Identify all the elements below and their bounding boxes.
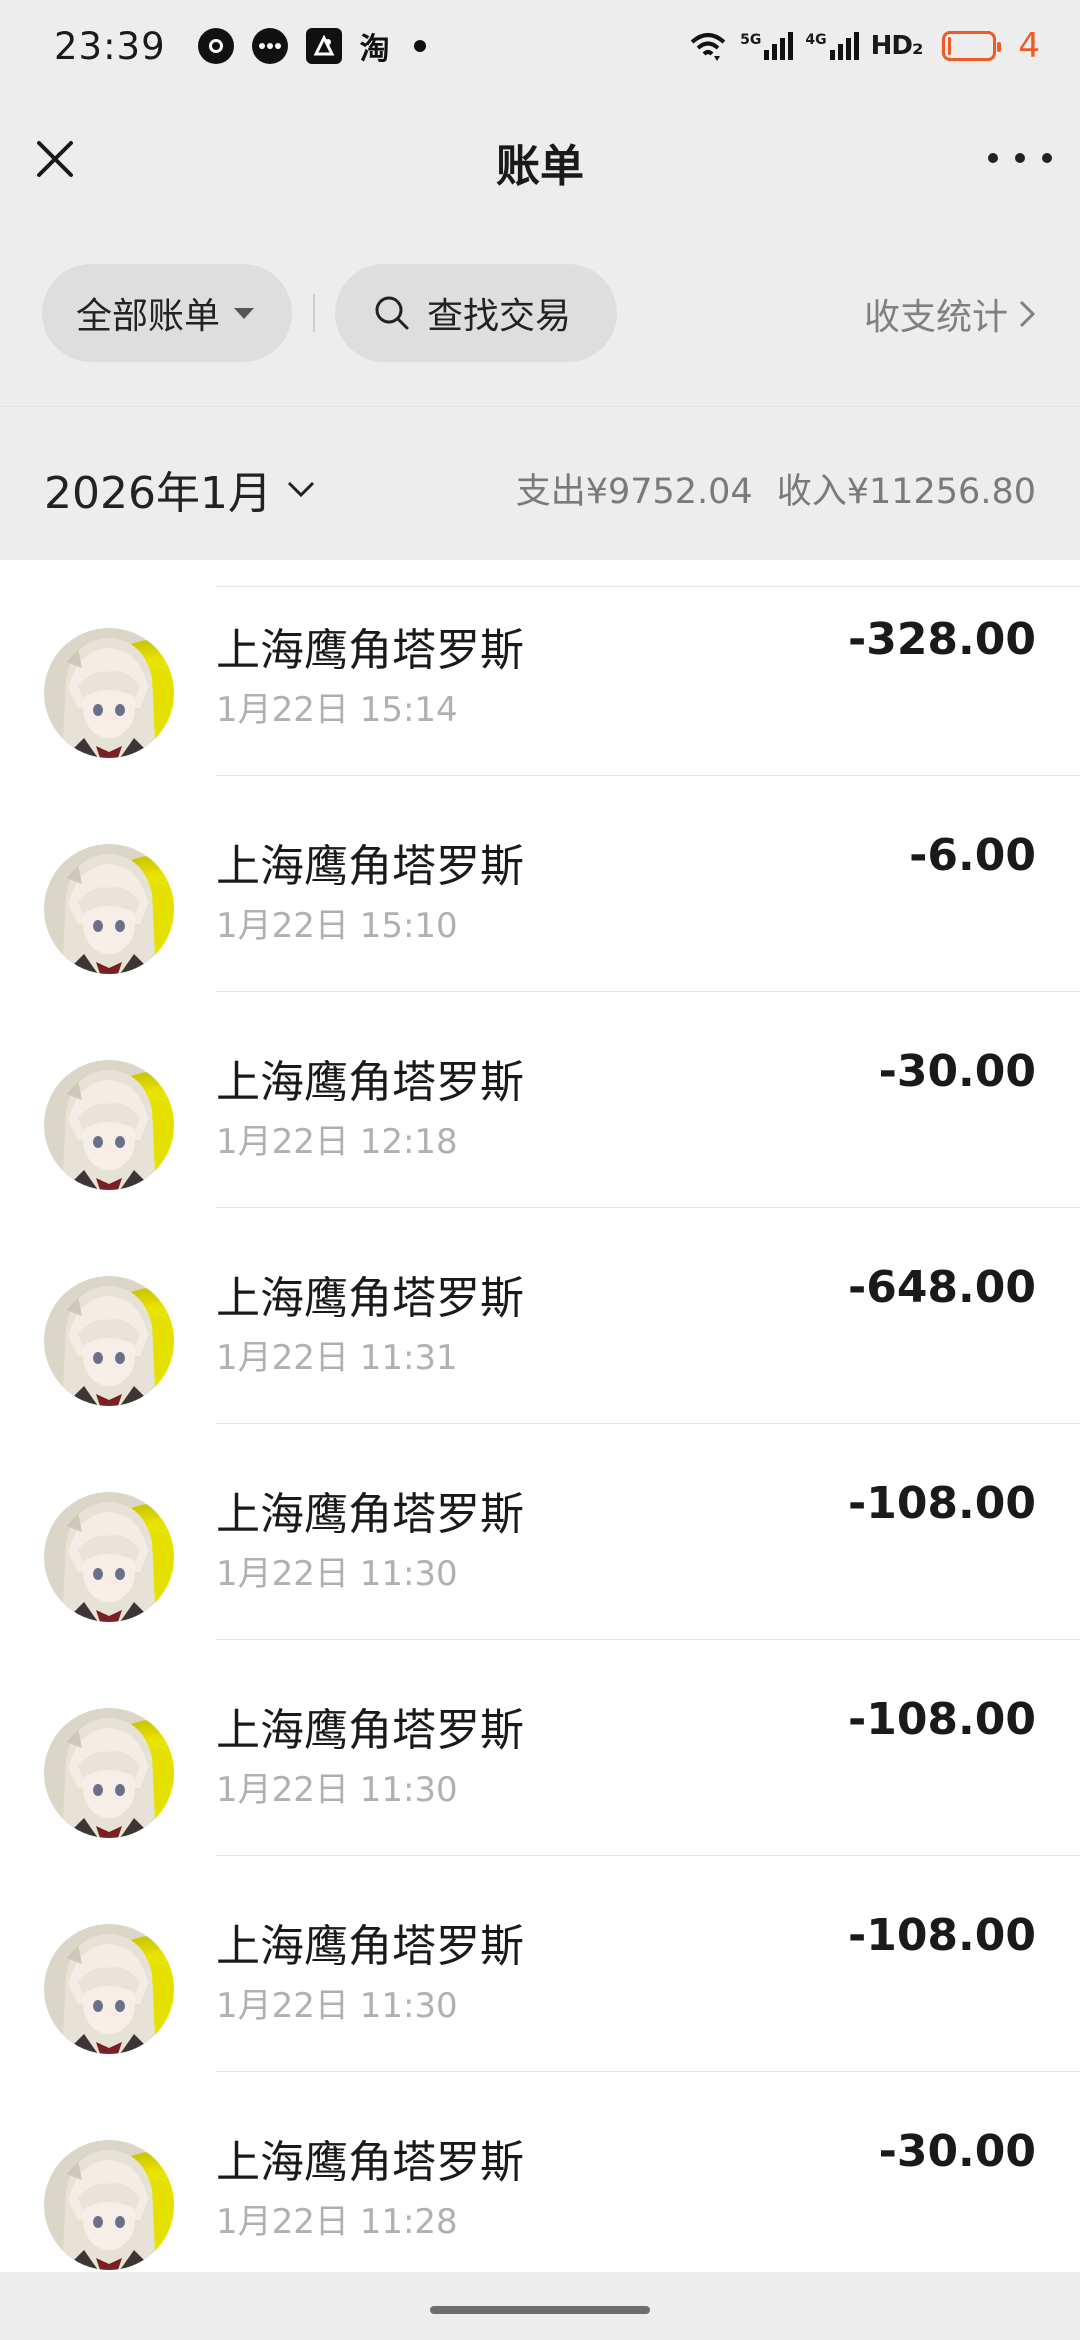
- hd-voice-icon: HD₂: [870, 31, 924, 61]
- transaction-time: 1月22日 15:10: [216, 906, 458, 946]
- search-icon: [375, 296, 409, 330]
- merchant-avatar: [44, 1708, 174, 1838]
- month-selector[interactable]: 2026年1月: [44, 457, 316, 521]
- chat-bubble-icon: [197, 28, 234, 64]
- vpn-icon: [305, 28, 342, 64]
- transaction-amount: -30.00: [878, 1046, 1036, 1097]
- battery-icon: [942, 31, 1002, 61]
- wifi-icon: [690, 33, 726, 61]
- network-4g-label: 4G: [805, 32, 827, 48]
- search-label: 查找交易: [427, 296, 572, 337]
- chevron-down-icon: [287, 481, 315, 498]
- merchant-avatar: [44, 1276, 174, 1406]
- taobao-icon: 淘: [359, 32, 390, 67]
- expense-total: 支出¥9752.04: [515, 472, 753, 512]
- transaction-amount: -108.00: [847, 1910, 1036, 1961]
- income-expense-stats-link[interactable]: 收支统计: [864, 288, 1036, 340]
- transaction-time: 1月22日 15:14: [216, 690, 458, 730]
- all-bills-label: 全部账单: [76, 296, 221, 337]
- merchant-name: 上海鹰角塔罗斯: [216, 2137, 524, 2188]
- merchant-avatar: [44, 844, 174, 974]
- transaction-row[interactable]: 上海鹰角塔罗斯 1月22日 11:31 -648.00: [0, 1208, 1080, 1424]
- month-summary: 支出¥9752.04 收入¥11256.80: [516, 463, 1036, 514]
- nav-header: 账单: [0, 110, 1080, 206]
- merchant-avatar: [44, 628, 174, 758]
- transaction-row[interactable]: 上海鹰角塔罗斯 1月22日 11:30 -108.00: [0, 1856, 1080, 2072]
- transaction-time: 1月22日 11:30: [216, 1986, 458, 2026]
- transaction-row[interactable]: 上海鹰角塔罗斯 1月22日 15:10 -6.00: [0, 776, 1080, 992]
- merchant-avatar: [44, 2140, 174, 2270]
- search-transactions-button[interactable]: 查找交易: [335, 264, 617, 362]
- merchant-name: 上海鹰角塔罗斯: [216, 625, 524, 676]
- transaction-row[interactable]: 上海鹰角塔罗斯 1月22日 15:14 -328.00: [0, 560, 1080, 776]
- merchant-name: 上海鹰角塔罗斯: [216, 1489, 524, 1540]
- signal-5g-icon: 5G: [740, 32, 794, 60]
- notification-dot-icon: [413, 40, 426, 52]
- filter-divider: [313, 294, 315, 332]
- month-label: 2026年1月: [44, 468, 272, 519]
- message-icon: [251, 28, 288, 64]
- status-right-icons: 5G 4G HD₂ 4: [688, 26, 1040, 66]
- transaction-time: 1月22日 11:28: [216, 2202, 458, 2242]
- filter-row: 全部账单 查找交易 收支统计: [0, 264, 1080, 362]
- transaction-amount: -6.00: [909, 830, 1036, 881]
- status-bar: 23:39 淘 5G 4G HD₂ 4: [0, 0, 1080, 92]
- month-bar: 2026年1月 支出¥9752.04 收入¥11256.80: [0, 406, 1080, 560]
- transaction-amount: -108.00: [847, 1478, 1036, 1529]
- merchant-avatar: [44, 1924, 174, 2054]
- transaction-row[interactable]: 上海鹰角塔罗斯 1月22日 12:18 -30.00: [0, 992, 1080, 1208]
- transaction-row[interactable]: 上海鹰角塔罗斯 1月22日 11:30 -108.00: [0, 1424, 1080, 1640]
- more-icon[interactable]: [988, 138, 1052, 178]
- dropdown-caret-icon: [234, 307, 255, 319]
- transaction-list: 上海鹰角塔罗斯 1月22日 15:14 -328.00 上海鹰角塔罗斯 1月22…: [0, 560, 1080, 2272]
- transaction-row[interactable]: 上海鹰角塔罗斯 1月22日 11:28 -30.00: [0, 2072, 1080, 2272]
- merchant-name: 上海鹰角塔罗斯: [216, 1057, 524, 1108]
- income-total: 收入¥11256.80: [776, 472, 1036, 512]
- page-title: 账单: [496, 141, 584, 192]
- stats-label: 收支统计: [863, 297, 1008, 338]
- transaction-time: 1月22日 11:30: [216, 1770, 458, 1810]
- network-5g-label: 5G: [740, 32, 762, 48]
- merchant-name: 上海鹰角塔罗斯: [216, 1921, 524, 1972]
- home-indicator[interactable]: [430, 2306, 650, 2314]
- transaction-time: 1月22日 11:31: [216, 1338, 458, 1378]
- merchant-avatar: [44, 1492, 174, 1622]
- transaction-amount: -328.00: [847, 614, 1036, 665]
- transaction-time: 1月22日 12:18: [216, 1122, 458, 1162]
- merchant-name: 上海鹰角塔罗斯: [216, 1273, 524, 1324]
- merchant-name: 上海鹰角塔罗斯: [216, 1705, 524, 1756]
- all-bills-dropdown[interactable]: 全部账单: [42, 264, 292, 362]
- battery-level: 4: [1018, 26, 1040, 66]
- status-app-icons: 淘: [197, 24, 426, 68]
- merchant-name: 上海鹰角塔罗斯: [216, 841, 524, 892]
- merchant-avatar: [44, 1060, 174, 1190]
- transaction-amount: -108.00: [847, 1694, 1036, 1745]
- status-time: 23:39: [54, 24, 166, 68]
- transaction-amount: -30.00: [878, 2126, 1036, 2177]
- signal-4g-icon: 4G: [805, 32, 859, 60]
- transaction-amount: -648.00: [847, 1262, 1036, 1313]
- transaction-row[interactable]: 上海鹰角塔罗斯 1月22日 11:30 -108.00: [0, 1640, 1080, 1856]
- transaction-time: 1月22日 11:30: [216, 1554, 458, 1594]
- chevron-right-icon: [1019, 300, 1036, 328]
